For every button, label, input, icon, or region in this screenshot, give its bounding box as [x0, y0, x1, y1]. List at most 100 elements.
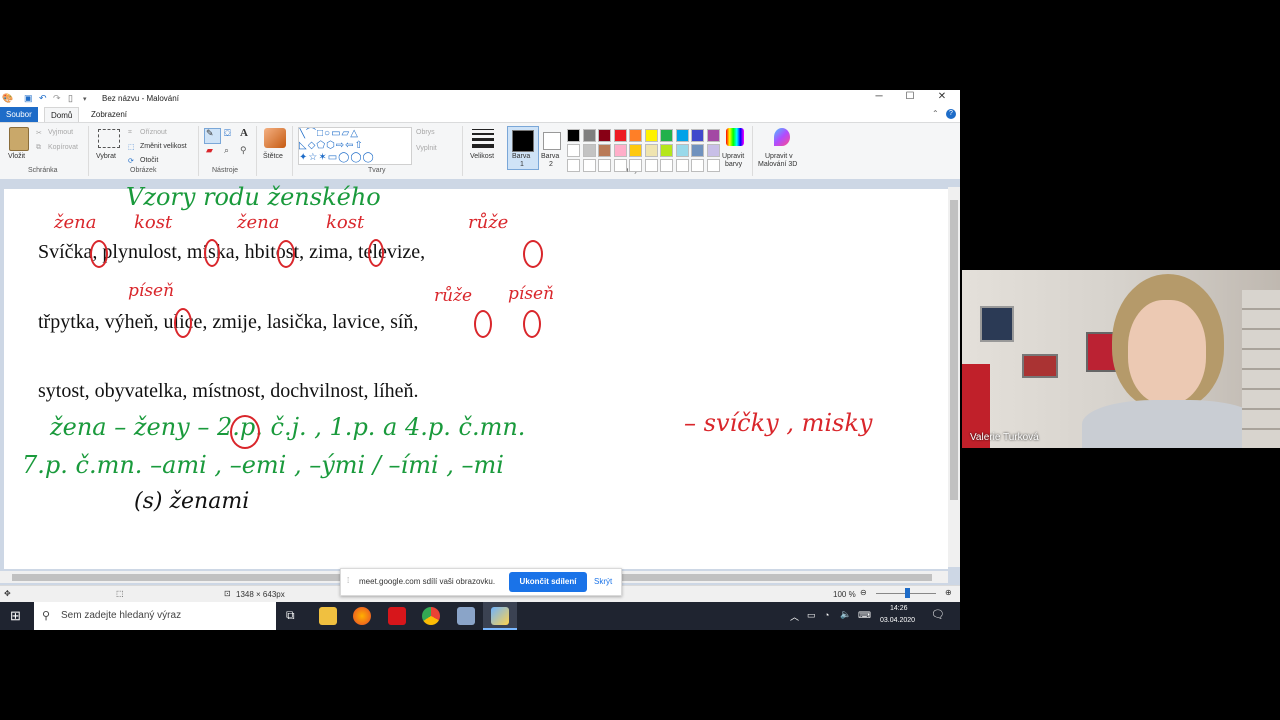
- select-button[interactable]: Vybrat: [96, 153, 116, 160]
- palette-swatch-empty[interactable]: [629, 159, 642, 172]
- zoom-out-icon[interactable]: ⊖: [860, 588, 867, 597]
- copy-button[interactable]: Kopírovat: [48, 144, 78, 151]
- fill-button[interactable]: Vyplnit: [416, 145, 437, 152]
- palette-swatch-empty[interactable]: [613, 159, 627, 172]
- text-tool-icon[interactable]: A: [240, 127, 248, 139]
- palette-swatch[interactable]: [613, 129, 627, 142]
- volume-icon[interactable]: 🔈: [840, 609, 851, 620]
- edit-colors-label-line2[interactable]: barvy: [725, 161, 742, 168]
- palette-swatch[interactable]: [660, 144, 673, 157]
- tray-chevron-icon[interactable]: ︿: [790, 610, 799, 623]
- drawing-canvas[interactable]: Vzory rodu ženského žena kost žena kost …: [4, 183, 948, 569]
- palette-swatch[interactable]: [567, 129, 580, 142]
- tab-home[interactable]: Domů: [44, 107, 80, 123]
- firefox-icon[interactable]: [353, 607, 371, 625]
- paint3d-icon[interactable]: [774, 128, 790, 146]
- acrobat-icon[interactable]: [388, 607, 406, 625]
- task-view-icon[interactable]: ⧉: [286, 608, 295, 623]
- size-button[interactable]: Velikost: [470, 153, 494, 160]
- drag-handle-icon[interactable]: ⁞: [347, 576, 349, 585]
- palette-swatch[interactable]: [582, 129, 596, 142]
- palette-swatch-empty[interactable]: [567, 159, 580, 172]
- palette-swatch-empty[interactable]: [675, 159, 689, 172]
- notes-app-icon[interactable]: [457, 607, 475, 625]
- outline-button[interactable]: Obrys: [416, 129, 435, 136]
- zoom-in-icon[interactable]: ⊕: [945, 588, 952, 597]
- select-icon[interactable]: [98, 129, 120, 148]
- tab-view[interactable]: Zobrazení: [85, 107, 133, 122]
- save-icon[interactable]: ▣: [24, 93, 33, 104]
- palette-swatch[interactable]: [675, 129, 689, 142]
- hide-button[interactable]: Skrýt: [594, 577, 612, 586]
- network-icon[interactable]: ◔: [824, 610, 829, 620]
- quick-access-dropdown-icon[interactable]: ▾: [83, 95, 87, 103]
- ribbon-divider: [462, 126, 463, 176]
- participant-name: Valerie Turková: [970, 432, 1039, 443]
- palette-swatch[interactable]: [644, 144, 658, 157]
- palette-swatch-empty[interactable]: [660, 159, 673, 172]
- palette-swatch[interactable]: [691, 144, 704, 157]
- paste-icon[interactable]: [9, 127, 29, 151]
- resize-button[interactable]: Změnit velikost: [140, 143, 187, 150]
- rotate-button[interactable]: Otočit: [140, 157, 158, 164]
- tab-file[interactable]: Soubor: [0, 107, 38, 122]
- stop-sharing-button[interactable]: Ukončit sdílení: [509, 572, 587, 592]
- paint3d-label-line1[interactable]: Upravit v: [765, 153, 793, 160]
- color-picker-icon[interactable]: ⌕: [224, 145, 229, 156]
- palette-swatch[interactable]: [691, 129, 704, 142]
- palette-swatch[interactable]: [629, 129, 642, 142]
- vertical-scroll-thumb[interactable]: [950, 200, 958, 500]
- undo-icon[interactable]: ↶: [39, 93, 47, 104]
- fill-bucket-icon[interactable]: ⛋: [224, 128, 231, 139]
- minimize-button[interactable]: ─: [864, 91, 894, 102]
- brushes-icon[interactable]: [264, 128, 286, 148]
- palette-swatch[interactable]: [706, 144, 720, 157]
- palette-swatch[interactable]: [613, 144, 627, 157]
- shapes-gallery[interactable]: ╲⌒□○▭▱△ ◺◇⬠⬡⇨⇦⇧ ✦☆✶▭◯◯◯: [298, 127, 412, 165]
- crop-button[interactable]: Oříznout: [140, 129, 167, 136]
- taskbar-search[interactable]: ⚲ Sem zadejte hledaný výraz: [34, 602, 276, 630]
- help-icon[interactable]: ?: [946, 109, 956, 119]
- brushes-button[interactable]: Štětce: [263, 153, 283, 160]
- paste-button[interactable]: Vložit: [8, 153, 25, 160]
- palette-swatch-empty[interactable]: [691, 159, 704, 172]
- palette-swatch[interactable]: [644, 129, 658, 142]
- palette-swatch-empty[interactable]: [706, 159, 720, 172]
- palette-swatch-empty[interactable]: [582, 159, 596, 172]
- collapse-ribbon-icon[interactable]: ⌃: [932, 109, 939, 118]
- windows-start-icon[interactable]: ⊞: [10, 608, 21, 624]
- ending-circle: [174, 308, 192, 338]
- palette-swatch[interactable]: [629, 144, 642, 157]
- edit-colors-icon[interactable]: [726, 128, 744, 146]
- zoom-slider-thumb[interactable]: [905, 588, 910, 598]
- palette-swatch[interactable]: [567, 144, 580, 157]
- file-explorer-icon[interactable]: [319, 607, 337, 625]
- paint3d-label-line2[interactable]: Malování 3D: [758, 161, 797, 168]
- palette-swatch[interactable]: [598, 144, 611, 157]
- ending-circle: [368, 239, 384, 267]
- edit-colors-label-line1[interactable]: Upravit: [722, 153, 744, 160]
- chrome-icon[interactable]: [422, 607, 440, 625]
- palette-swatch-empty[interactable]: [598, 159, 611, 172]
- cut-button[interactable]: Vyjmout: [48, 129, 73, 136]
- palette-swatch-empty[interactable]: [644, 159, 658, 172]
- clock-date[interactable]: 03.04.2020: [880, 617, 915, 624]
- palette-swatch[interactable]: [706, 129, 720, 142]
- clock-time[interactable]: 14:26: [890, 605, 908, 612]
- taskbar-paint-active[interactable]: [483, 602, 517, 630]
- palette-swatch[interactable]: [660, 129, 673, 142]
- keyboard-icon[interactable]: ⌨: [858, 610, 871, 621]
- magnifier-icon[interactable]: ⚲: [240, 145, 247, 156]
- palette-swatch[interactable]: [598, 129, 611, 142]
- size-icon[interactable]: [472, 129, 494, 148]
- new-document-icon[interactable]: ▯: [68, 93, 73, 104]
- maximize-button[interactable]: ☐: [895, 91, 925, 102]
- notifications-icon[interactable]: 🗨: [931, 608, 945, 621]
- redo-icon[interactable]: ↷: [53, 93, 61, 104]
- battery-icon[interactable]: ▭: [807, 610, 816, 621]
- palette-swatch[interactable]: [582, 144, 596, 157]
- close-button[interactable]: ✕: [927, 91, 957, 102]
- palette-swatch[interactable]: [675, 144, 689, 157]
- eraser-icon[interactable]: ▰: [206, 145, 213, 156]
- color2-swatch[interactable]: [543, 132, 561, 150]
